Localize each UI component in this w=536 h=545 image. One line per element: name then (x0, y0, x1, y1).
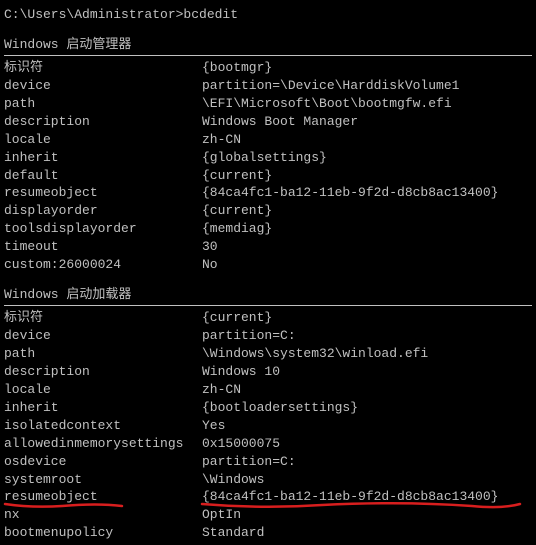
output-value: No (202, 256, 532, 274)
output-key: inherit (4, 149, 202, 167)
output-key: description (4, 363, 202, 381)
output-key: inherit (4, 399, 202, 417)
output-key: toolsdisplayorder (4, 220, 202, 238)
output-key: 标识符 (4, 59, 202, 77)
output-row-resumeobject: resumeobject{84ca4fc1-ba12-11eb-9f2d-d8c… (4, 488, 532, 506)
output-row: localezh-CN (4, 381, 532, 399)
output-key: 标识符 (4, 309, 202, 327)
output-value: {globalsettings} (202, 149, 532, 167)
output-row: timeout30 (4, 238, 532, 256)
output-key: bootmenupolicy (4, 524, 202, 542)
output-value: {current} (202, 167, 532, 185)
output-value: 0x15000075 (202, 435, 532, 453)
output-value: {current} (202, 309, 532, 327)
output-key: resumeobject (4, 488, 202, 506)
output-row: resumeobject{84ca4fc1-ba12-11eb-9f2d-d8c… (4, 184, 532, 202)
output-row: descriptionWindows Boot Manager (4, 113, 532, 131)
output-key: locale (4, 131, 202, 149)
section-title-bootmgr: Windows 启动管理器 (4, 36, 532, 54)
output-key: custom:26000024 (4, 256, 202, 274)
output-value: {bootloadersettings} (202, 399, 532, 417)
section-divider (4, 305, 532, 306)
section-title-loader: Windows 启动加载器 (4, 286, 532, 304)
output-row: inherit{globalsettings} (4, 149, 532, 167)
output-key: allowedinmemorysettings (4, 435, 202, 453)
output-value: {bootmgr} (202, 59, 532, 77)
output-row: displayorder{current} (4, 202, 532, 220)
output-row: nxOptIn (4, 506, 532, 524)
output-value: {84ca4fc1-ba12-11eb-9f2d-d8cb8ac13400} (202, 184, 532, 202)
output-key: osdevice (4, 453, 202, 471)
output-value: partition=\Device\HarddiskVolume1 (202, 77, 532, 95)
output-row: descriptionWindows 10 (4, 363, 532, 381)
section-divider (4, 55, 532, 56)
output-key: resumeobject (4, 184, 202, 202)
output-key: displayorder (4, 202, 202, 220)
output-key: path (4, 95, 202, 113)
output-row: systemroot\Windows (4, 471, 532, 489)
output-value: Standard (202, 524, 532, 542)
prompt-text: C:\Users\Administrator>bcdedit (4, 6, 238, 24)
output-row: devicepartition=\Device\HarddiskVolume1 (4, 77, 532, 95)
output-row: devicepartition=C: (4, 327, 532, 345)
output-row: isolatedcontextYes (4, 417, 532, 435)
output-value: OptIn (202, 506, 532, 524)
output-value: 30 (202, 238, 532, 256)
output-value: Windows 10 (202, 363, 532, 381)
output-row: inherit{bootloadersettings} (4, 399, 532, 417)
output-row: custom:26000024No (4, 256, 532, 274)
output-key: device (4, 327, 202, 345)
output-row: path\EFI\Microsoft\Boot\bootmgfw.efi (4, 95, 532, 113)
output-value: \Windows (202, 471, 532, 489)
output-key: isolatedcontext (4, 417, 202, 435)
output-key: path (4, 345, 202, 363)
output-value: {84ca4fc1-ba12-11eb-9f2d-d8cb8ac13400} (202, 488, 532, 506)
output-value: {memdiag} (202, 220, 532, 238)
output-value: partition=C: (202, 453, 532, 471)
output-value: \EFI\Microsoft\Boot\bootmgfw.efi (202, 95, 532, 113)
output-value: zh-CN (202, 381, 532, 399)
section-title-text: Windows 启动加载器 (4, 286, 131, 304)
output-value: zh-CN (202, 131, 532, 149)
output-value: Yes (202, 417, 532, 435)
output-row: allowedinmemorysettings0x15000075 (4, 435, 532, 453)
output-key: description (4, 113, 202, 131)
output-key: timeout (4, 238, 202, 256)
output-row: osdevicepartition=C: (4, 453, 532, 471)
output-value: {current} (202, 202, 532, 220)
output-key: locale (4, 381, 202, 399)
output-row: toolsdisplayorder{memdiag} (4, 220, 532, 238)
output-row: 标识符{bootmgr} (4, 59, 532, 77)
output-key: default (4, 167, 202, 185)
output-row: default{current} (4, 167, 532, 185)
output-key: device (4, 77, 202, 95)
output-row: path\Windows\system32\winload.efi (4, 345, 532, 363)
output-row: localezh-CN (4, 131, 532, 149)
output-value: partition=C: (202, 327, 532, 345)
output-row: 标识符{current} (4, 309, 532, 327)
output-value: Windows Boot Manager (202, 113, 532, 131)
output-value: \Windows\system32\winload.efi (202, 345, 532, 363)
output-key: systemroot (4, 471, 202, 489)
output-row: bootmenupolicyStandard (4, 524, 532, 542)
command-prompt-line: C:\Users\Administrator>bcdedit (4, 6, 532, 24)
section-title-text: Windows 启动管理器 (4, 36, 131, 54)
output-key: nx (4, 506, 202, 524)
